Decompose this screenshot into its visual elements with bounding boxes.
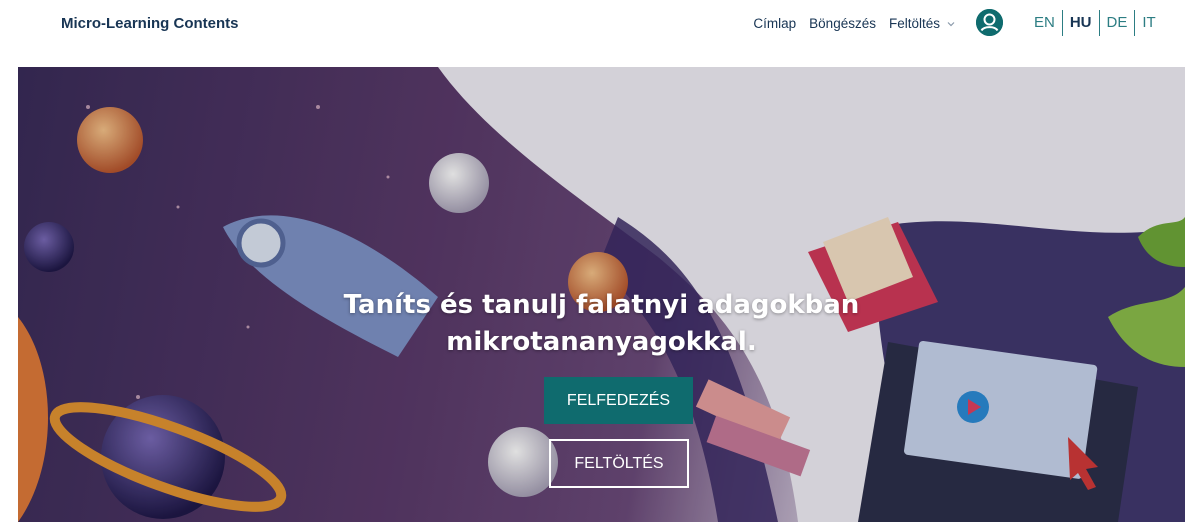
chevron-down-icon — [947, 21, 955, 26]
explore-button[interactable]: FELFEDEZÉS — [544, 377, 693, 424]
lang-hu[interactable]: HU — [1063, 11, 1099, 35]
hero-title-line-1: Taníts és tanulj falatnyi adagokban — [343, 290, 860, 320]
lang-de[interactable]: DE — [1100, 11, 1135, 35]
top-navigation-bar: Micro-Learning Contents Címlap Böngészés… — [0, 0, 1189, 50]
nav-upload-dropdown[interactable]: Feltöltés — [889, 16, 956, 31]
hero-title-line-2: mikrotananyagokkal. — [446, 327, 757, 357]
lang-en[interactable]: EN — [1027, 11, 1062, 35]
site-brand[interactable]: Micro-Learning Contents — [61, 15, 239, 32]
language-switcher: EN HU DE IT — [1027, 10, 1163, 36]
hero-title: Taníts és tanulj falatnyi adagokban mikr… — [18, 287, 1185, 361]
nav-upload-label: Feltöltés — [888, 16, 940, 31]
upload-button[interactable]: FELTÖLTÉS — [549, 439, 689, 488]
user-icon[interactable] — [976, 9, 1003, 36]
main-nav: Címlap Böngészés Feltöltés — [740, 16, 956, 31]
nav-browse-link[interactable]: Böngészés — [809, 16, 876, 31]
nav-home-link[interactable]: Címlap — [753, 16, 796, 31]
lang-it[interactable]: IT — [1135, 11, 1162, 35]
hero-banner: Taníts és tanulj falatnyi adagokban mikr… — [18, 67, 1185, 522]
